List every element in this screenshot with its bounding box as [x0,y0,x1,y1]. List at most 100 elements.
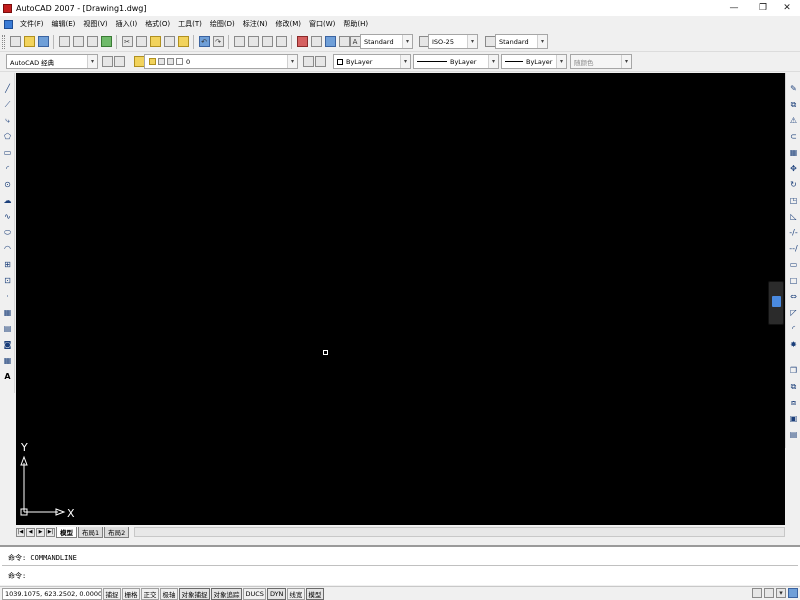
close-button[interactable]: ✕ [774,0,800,16]
polyline-icon[interactable]: ⤷ [2,115,13,126]
cut-icon[interactable]: ✂ [121,36,133,47]
new-icon[interactable] [9,36,21,47]
menu-format[interactable]: 格式(O) [141,19,174,29]
move-icon[interactable]: ✥ [788,163,799,174]
tab-first-button[interactable]: |◀ [16,527,25,537]
undo-icon[interactable]: ↶ [198,36,210,47]
make-block-icon[interactable]: ⊡ [2,275,13,286]
preview-icon[interactable] [72,36,84,47]
offset-icon[interactable]: ⊂ [788,131,799,142]
fillet-icon[interactable]: ◜ [788,323,799,334]
my-workspace-icon[interactable] [113,56,125,67]
match-properties-icon[interactable] [163,36,175,47]
point-icon[interactable]: · [2,291,13,302]
table-icon[interactable]: ▦ [2,355,13,366]
zoom-window-icon[interactable] [261,36,273,47]
explode-icon[interactable]: ✸ [788,339,799,350]
revision-cloud-icon[interactable]: ☁ [2,195,13,206]
scale-icon[interactable]: ◳ [788,195,799,206]
region-icon[interactable]: ◙ [2,339,13,350]
hatch-icon[interactable]: ▦ [2,307,13,318]
zoom-realtime-icon[interactable] [247,36,259,47]
text-style-select[interactable]: Standard ▾ [360,34,413,49]
color-select[interactable]: ByLayer ▾ [333,54,411,69]
extend-icon[interactable]: --/ [788,243,799,254]
polar-toggle[interactable]: 极轴 [160,587,178,600]
menu-help[interactable]: 帮助(H) [339,19,372,29]
3d-dwf-icon[interactable] [100,36,112,47]
dim-style-select[interactable]: ISO-25 ▾ [428,34,478,49]
layer-icon[interactable]: ▣ [788,413,799,424]
menu-window[interactable]: 窗口(W) [305,19,339,29]
snap-toggle[interactable]: 捕捉 [103,587,121,600]
layer-previous-icon[interactable] [314,56,326,67]
multiline-text-icon[interactable]: A [2,371,13,382]
tab-model[interactable]: 模型 [56,526,77,538]
save-icon[interactable] [37,36,49,47]
insert-block-icon[interactable]: ⊞ [2,259,13,270]
chevron-down-icon[interactable]: ▾ [776,588,786,598]
drawing-canvas[interactable]: Y X [16,73,785,525]
ellipse-arc-icon[interactable]: ◠ [2,243,13,254]
redo-icon[interactable]: ↷ [212,36,224,47]
ellipse-icon[interactable]: ⬭ [2,227,13,238]
restore-button[interactable]: ❐ [750,0,776,16]
table-style-icon[interactable] [484,36,496,47]
workspace-select[interactable]: AutoCAD 经典 ▾ [6,54,98,69]
trim-icon[interactable]: -/- [788,227,799,238]
linetype-select[interactable]: ByLayer ▾ [413,54,499,69]
mirror-icon[interactable]: ⚠ [788,115,799,126]
dyn-toggle[interactable]: DYN [267,587,286,600]
workspace-settings-icon[interactable] [101,56,113,67]
menu-draw[interactable]: 绘图(D) [206,19,239,29]
command-window[interactable]: 命令: COMMANDLINE 命令: [0,545,800,585]
arc-icon[interactable]: ◜ [2,163,13,174]
polygon-icon[interactable]: ⬠ [2,131,13,142]
array-icon[interactable]: ▦ [788,147,799,158]
publish-icon[interactable] [86,36,98,47]
pan-icon[interactable] [233,36,245,47]
paste-icon[interactable] [149,36,161,47]
design-center-icon[interactable] [310,36,322,47]
communication-center-icon[interactable] [752,588,762,598]
menu-file[interactable]: 文件(F) [16,19,48,29]
ortho-toggle[interactable]: 正交 [141,587,159,600]
text-style-icon[interactable]: A [349,36,361,47]
break-icon[interactable]: □ [788,275,799,286]
copy-icon[interactable] [135,36,147,47]
menu-view[interactable]: 视图(V) [79,19,111,29]
menu-insert[interactable]: 插入(I) [112,19,142,29]
toolbar-grip[interactable] [2,34,5,49]
osnap-toggle[interactable]: 对象捕捉 [179,587,210,600]
break-at-point-icon[interactable]: ▭ [788,259,799,270]
tab-last-button[interactable]: ▶| [46,527,55,537]
open-icon[interactable] [23,36,35,47]
make-current-layer-icon[interactable] [302,56,314,67]
properties-icon[interactable] [296,36,308,47]
layer-select[interactable]: 0 ▾ [144,54,298,69]
lineweight-toggle[interactable]: 线宽 [286,587,305,600]
model-toggle[interactable]: 模型 [305,587,324,600]
layer-manager-icon[interactable] [133,56,145,67]
tool-palettes-icon[interactable] [324,36,336,47]
menu-tools[interactable]: 工具(T) [174,19,206,29]
circle-icon[interactable]: ⊙ [2,179,13,190]
stretch-icon[interactable]: ◺ [788,211,799,222]
zoom-previous-icon[interactable] [275,36,287,47]
gradient-icon[interactable]: ▤ [2,323,13,334]
sheet-set-icon[interactable] [338,36,350,47]
join-icon[interactable]: ⇔ [788,291,799,302]
menu-dimension[interactable]: 标注(N) [239,19,272,29]
otrack-toggle[interactable]: 对象追踪 [211,587,242,600]
draw-order-icon[interactable]: ❐ [788,365,799,376]
bring-front-icon[interactable]: ⧉ [788,381,799,392]
tab-layout1[interactable]: 布局1 [78,526,104,538]
erase-icon[interactable]: ✎ [788,83,799,94]
menu-edit[interactable]: 编辑(E) [48,19,80,29]
copy-object-icon[interactable]: ⧉ [788,99,799,110]
text-above-icon[interactable]: ▤ [788,429,799,440]
tab-prev-button[interactable]: ◀ [26,527,35,537]
horizontal-scrollbar[interactable] [134,527,785,537]
command-prompt[interactable]: 命令: [8,571,26,581]
floating-panel[interactable] [768,281,784,325]
